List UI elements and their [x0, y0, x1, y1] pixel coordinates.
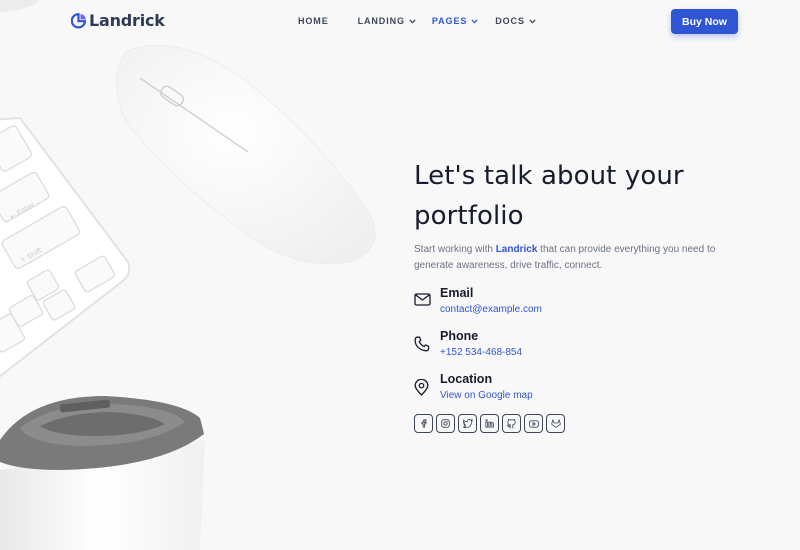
coffee-cup-illustration	[0, 396, 205, 550]
main-nav: HOME LANDING PAGES DOCS	[298, 16, 536, 26]
contact-email-title: Email	[440, 286, 474, 300]
phone-icon	[414, 328, 440, 357]
contact-location: Location View on Google map	[414, 371, 744, 414]
twitter-icon[interactable]	[458, 414, 477, 433]
keyboard-illustration: ← Enter ⇧ Shift	[0, 116, 131, 378]
nav-home[interactable]: HOME	[298, 16, 329, 26]
mouse-illustration	[116, 44, 376, 265]
chevron-down-icon	[409, 16, 416, 26]
nav-docs-label: DOCS	[495, 16, 525, 26]
brand-name: Landrick	[89, 11, 165, 30]
youtube-icon[interactable]	[524, 414, 543, 433]
mail-icon	[414, 285, 440, 311]
instagram-icon[interactable]	[436, 414, 455, 433]
nav-docs[interactable]: DOCS	[495, 16, 536, 26]
google-map-link[interactable]: View on Google map	[440, 388, 533, 404]
title-line-2: portfolio	[414, 201, 524, 231]
contact-email: Email contact@example.com	[414, 285, 744, 328]
nav-home-label: HOME	[298, 16, 329, 26]
social-links	[414, 414, 744, 433]
nav-landing[interactable]: LANDING	[358, 16, 416, 26]
logo-icon	[71, 12, 86, 29]
email-link[interactable]: contact@example.com	[440, 302, 542, 318]
github-icon[interactable]	[502, 414, 521, 433]
phone-link[interactable]: +152 534-468-854	[440, 345, 522, 361]
contact-phone-title: Phone	[440, 329, 479, 343]
contact-phone: Phone +152 534-468-854	[414, 328, 744, 371]
chevron-down-icon	[471, 16, 478, 26]
title-line-1: Let's talk about your	[414, 161, 684, 191]
intro-text: Start working with Landrick that can pro…	[414, 242, 724, 274]
intro-text-start: Start working with	[414, 244, 496, 255]
contact-section: Let's talk about your portfolio Start wo…	[414, 156, 744, 433]
nav-landing-label: LANDING	[357, 16, 405, 26]
nav-pages-label: PAGES	[431, 16, 468, 26]
chevron-down-icon	[529, 16, 536, 26]
map-pin-icon	[414, 371, 440, 401]
contact-location-title: Location	[440, 372, 493, 386]
buy-now-button[interactable]: Buy Now	[671, 9, 738, 34]
nav-pages[interactable]: PAGES	[432, 16, 478, 26]
page-title: Let's talk about your portfolio	[414, 156, 744, 236]
contact-list: Email contact@example.com Phone +152 534…	[414, 285, 744, 414]
intro-brand-name: Landrick	[495, 244, 538, 255]
gitlab-icon[interactable]	[546, 414, 565, 433]
facebook-icon[interactable]	[414, 414, 433, 433]
brand-logo[interactable]: Landrick	[71, 11, 165, 30]
top-navbar: Landrick HOME LANDING PAGES DOCS Buy Now	[0, 0, 800, 42]
linkedin-icon[interactable]	[480, 414, 499, 433]
